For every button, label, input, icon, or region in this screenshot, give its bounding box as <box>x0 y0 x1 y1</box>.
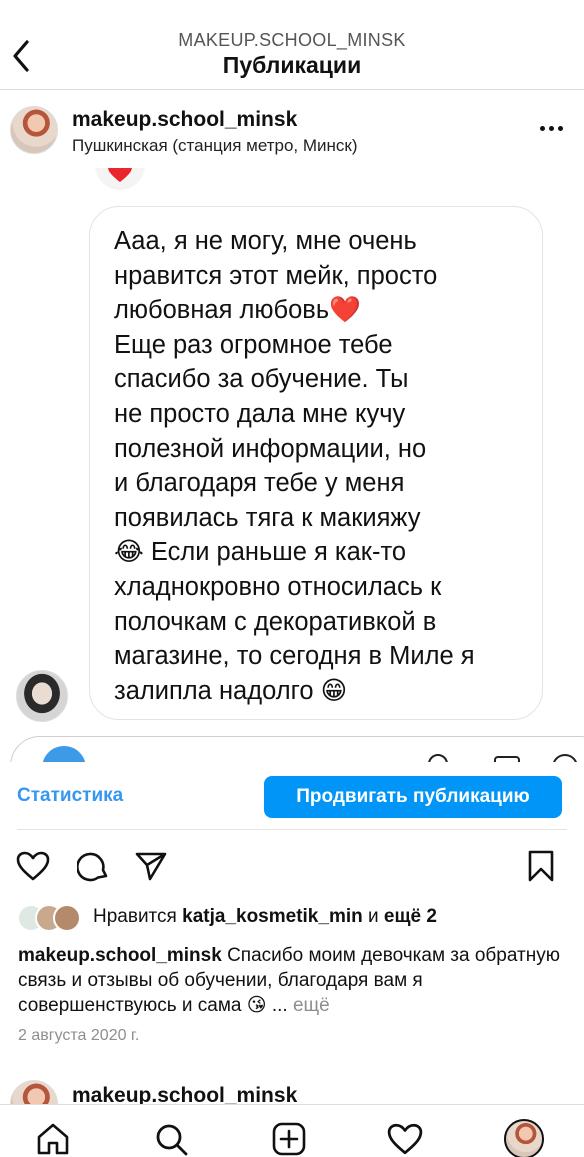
promote-post-button[interactable]: Продвигать публикацию <box>264 776 562 818</box>
more-dots-icon <box>539 125 545 131</box>
likes-and: и <box>368 906 379 927</box>
post-caption: makeup.school_minsk Спасибо моим девочка… <box>18 943 570 1018</box>
reaction-heart <box>95 168 145 190</box>
header-divider <box>0 89 584 90</box>
header-username: MAKEUP.SCHOOL_MINSK <box>178 30 406 50</box>
tab-profile[interactable] <box>503 1118 545 1157</box>
comment-button[interactable] <box>75 848 111 884</box>
tab-activity[interactable] <box>384 1118 426 1157</box>
post-date: 2 августа 2020 г. <box>18 1027 140 1044</box>
message-text: Ааа, я не могу, мне очень нравится этот … <box>114 227 475 705</box>
home-icon <box>37 1123 69 1155</box>
likers-avatars[interactable] <box>17 904 89 932</box>
post-author-username[interactable]: makeup.school_minsk <box>72 108 297 132</box>
more-options-button[interactable] <box>534 118 568 138</box>
tab-home[interactable] <box>32 1118 74 1157</box>
caption-ellipsis: ... <box>271 995 288 1016</box>
likes-summary[interactable]: Нравится katja_kosmetik_min и ещё 2 <box>93 906 437 928</box>
save-button[interactable] <box>523 848 559 884</box>
post-location[interactable]: Пушкинская (станция метро, Минск) <box>72 136 358 156</box>
liker-username[interactable]: katja_kosmetik_min <box>182 906 363 927</box>
page-title: Публикации <box>222 52 362 78</box>
more-dot <box>548 125 554 131</box>
search-icon <box>156 1124 188 1156</box>
liker-avatar <box>53 904 81 932</box>
likes-more[interactable]: ещё 2 <box>384 906 437 927</box>
more-dot <box>557 125 563 131</box>
like-button[interactable] <box>15 848 51 884</box>
comment-icon <box>77 852 108 882</box>
caption-username[interactable]: makeup.school_minsk <box>18 945 222 966</box>
caption-more-link[interactable]: ещё <box>293 995 330 1016</box>
heart-icon <box>16 851 50 881</box>
sender-avatar <box>16 670 68 722</box>
paper-plane-icon <box>135 852 167 881</box>
gallery-icon <box>494 756 520 762</box>
post-author-avatar[interactable] <box>10 106 58 154</box>
heart-icon <box>387 1123 423 1155</box>
likes-prefix: Нравится <box>93 906 177 927</box>
statistics-link[interactable]: Статистика <box>17 785 123 807</box>
stats-divider <box>17 829 567 830</box>
add-post-icon <box>272 1122 306 1156</box>
red-heart-icon <box>108 168 132 182</box>
post-media[interactable]: Ааа, я не могу, мне очень нравится этот … <box>0 168 584 762</box>
tab-search[interactable] <box>150 1118 192 1157</box>
tab-new-post[interactable] <box>268 1118 310 1157</box>
bookmark-icon <box>528 850 554 882</box>
share-button[interactable] <box>133 848 169 884</box>
profile-avatar <box>504 1119 544 1157</box>
